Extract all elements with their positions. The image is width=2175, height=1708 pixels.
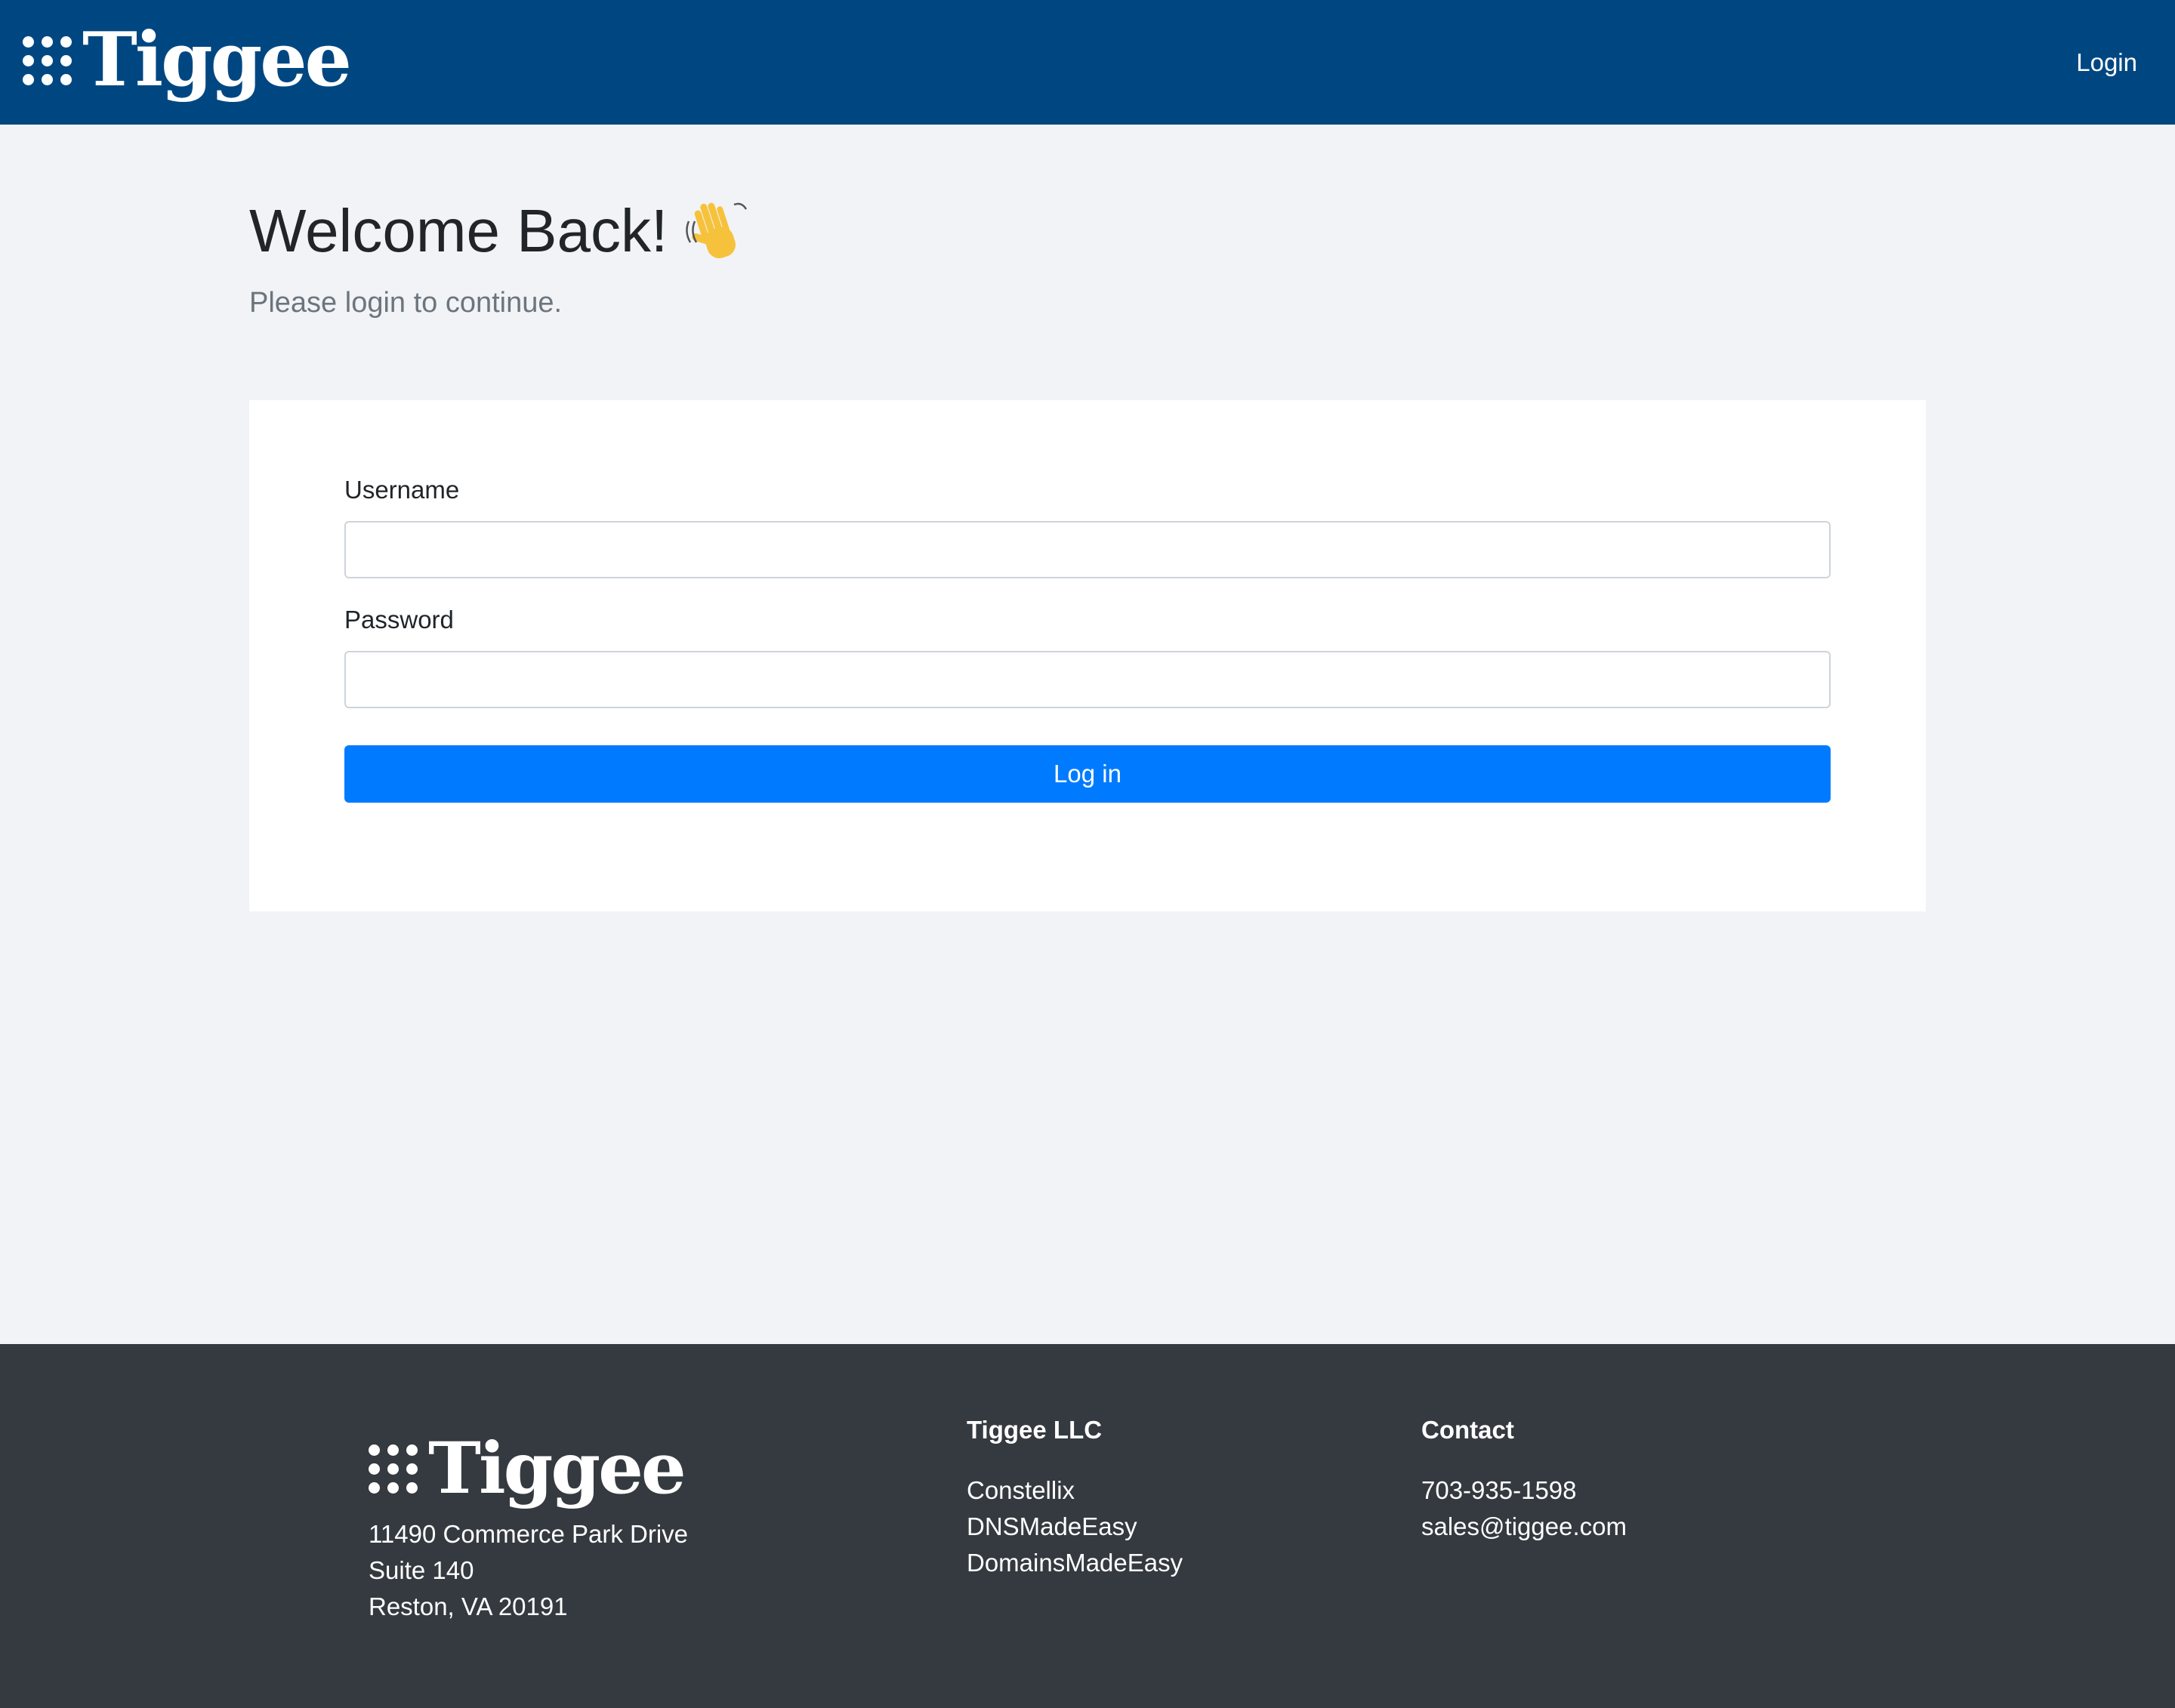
password-label: Password (344, 606, 454, 634)
footer-link-dnsmadeeasy[interactable]: DNSMadeEasy (967, 1509, 1183, 1545)
footer-link-constellix[interactable]: Constellix (967, 1472, 1183, 1509)
footer-contact-heading: Contact (1421, 1416, 1514, 1444)
footer-contact-column: Contact 703-935-1598 sales@tiggee.com (1421, 1412, 1627, 1545)
address-line: Suite 140 (369, 1556, 474, 1584)
nav-login-link[interactable]: Login (2076, 48, 2137, 77)
username-label: Username (344, 476, 460, 504)
footer-logo-dots-icon (369, 1444, 418, 1494)
footer-address: 11490 Commerce Park Drive Suite 140 Rest… (369, 1516, 688, 1625)
footer-company-heading: Tiggee LLC (967, 1416, 1103, 1444)
page-title: Welcome Back! (249, 198, 749, 264)
logo-dots-icon (23, 35, 72, 85)
footer-email-link[interactable]: sales@tiggee.com (1421, 1509, 1627, 1545)
footer: Tiggee 11490 Commerce Park Drive Suite 1… (0, 1344, 2175, 1708)
top-navbar: Tiggee Login (0, 0, 2175, 125)
page-subtitle: Please login to continue. (249, 287, 563, 319)
username-input[interactable] (344, 521, 1831, 578)
brand-name: Tiggee (82, 17, 352, 103)
brand-logo[interactable]: Tiggee (23, 17, 352, 103)
address-line: 11490 Commerce Park Drive (369, 1520, 689, 1548)
footer-brand-logo: Tiggee (369, 1427, 686, 1510)
address-line: Reston, VA 20191 (369, 1592, 568, 1620)
password-input[interactable] (344, 651, 1831, 708)
page-title-text: Welcome Back! (249, 197, 668, 264)
footer-link-domainsmadeeasy[interactable]: DomainsMadeEasy (967, 1545, 1183, 1581)
login-button[interactable]: Log in (344, 745, 1831, 803)
footer-company-column: Tiggee LLC Constellix DNSMadeEasy Domain… (967, 1412, 1183, 1581)
footer-phone-link[interactable]: 703-935-1598 (1421, 1472, 1627, 1509)
login-form: Username Password Log in (249, 400, 1926, 911)
footer-brand-name: Tiggee (428, 1427, 686, 1510)
waving-hand-icon (686, 202, 748, 259)
